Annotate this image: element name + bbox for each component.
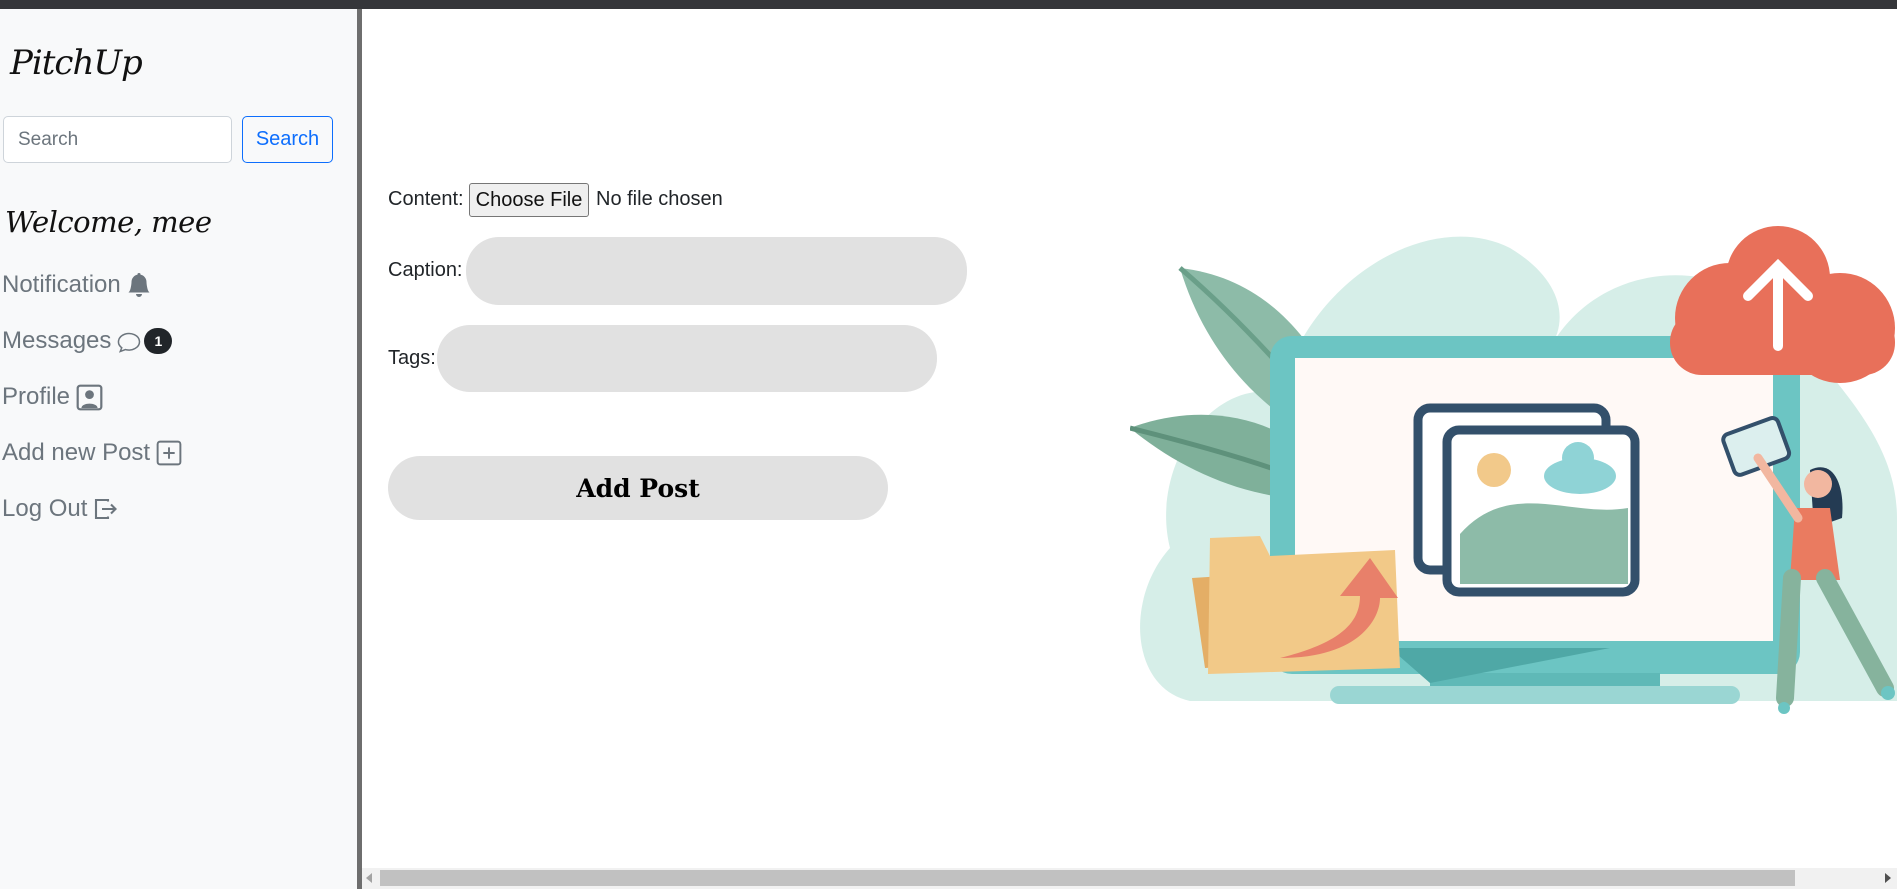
nav-item-notification[interactable]: Notification [2,271,151,299]
chat-bubble-icon [117,329,143,353]
nav-item-label: Add new Post [2,439,151,466]
nav-item-messages[interactable]: Messages 1 [2,327,173,355]
app-logo[interactable]: PitchUp [10,43,143,83]
horizontal-scrollbar[interactable] [362,868,1897,889]
choose-file-button[interactable]: Choose File [469,183,589,217]
scroll-left-icon[interactable] [366,873,372,883]
content-label: Content: [388,188,464,210]
nav-item-label: Notification [2,271,121,298]
nav-item-log-out[interactable]: Log Out [2,495,118,523]
tags-label: Tags: [388,347,436,369]
file-status-text: No file chosen [596,188,723,210]
sidebar-divider [357,9,362,889]
messages-count-badge: 1 [144,328,173,354]
bell-icon [127,272,151,298]
nav-item-label: Messages [2,327,112,354]
nav-item-label: Profile [2,383,71,410]
scrollbar-thumb[interactable] [380,870,1795,886]
welcome-heading: Welcome, mee [5,205,212,239]
plus-square-icon [156,440,182,466]
add-post-button[interactable]: Add Post [388,456,888,520]
sidebar: PitchUp Search Welcome, mee Notification… [0,9,357,889]
browser-top-bar [0,0,1897,9]
scroll-right-icon[interactable] [1885,873,1891,883]
box-arrow-right-icon [93,497,118,521]
caption-label: Caption: [388,259,463,281]
nav-item-label: Log Out [2,495,88,522]
person-square-icon [76,384,103,411]
nav-item-add-new-post[interactable]: Add new Post [2,439,182,467]
caption-input[interactable] [466,237,967,305]
search-button[interactable]: Search [242,116,333,163]
nav-item-profile[interactable]: Profile [2,383,103,411]
tags-input[interactable] [437,325,937,392]
search-input[interactable] [3,116,232,163]
upload-illustration [1130,226,1897,714]
